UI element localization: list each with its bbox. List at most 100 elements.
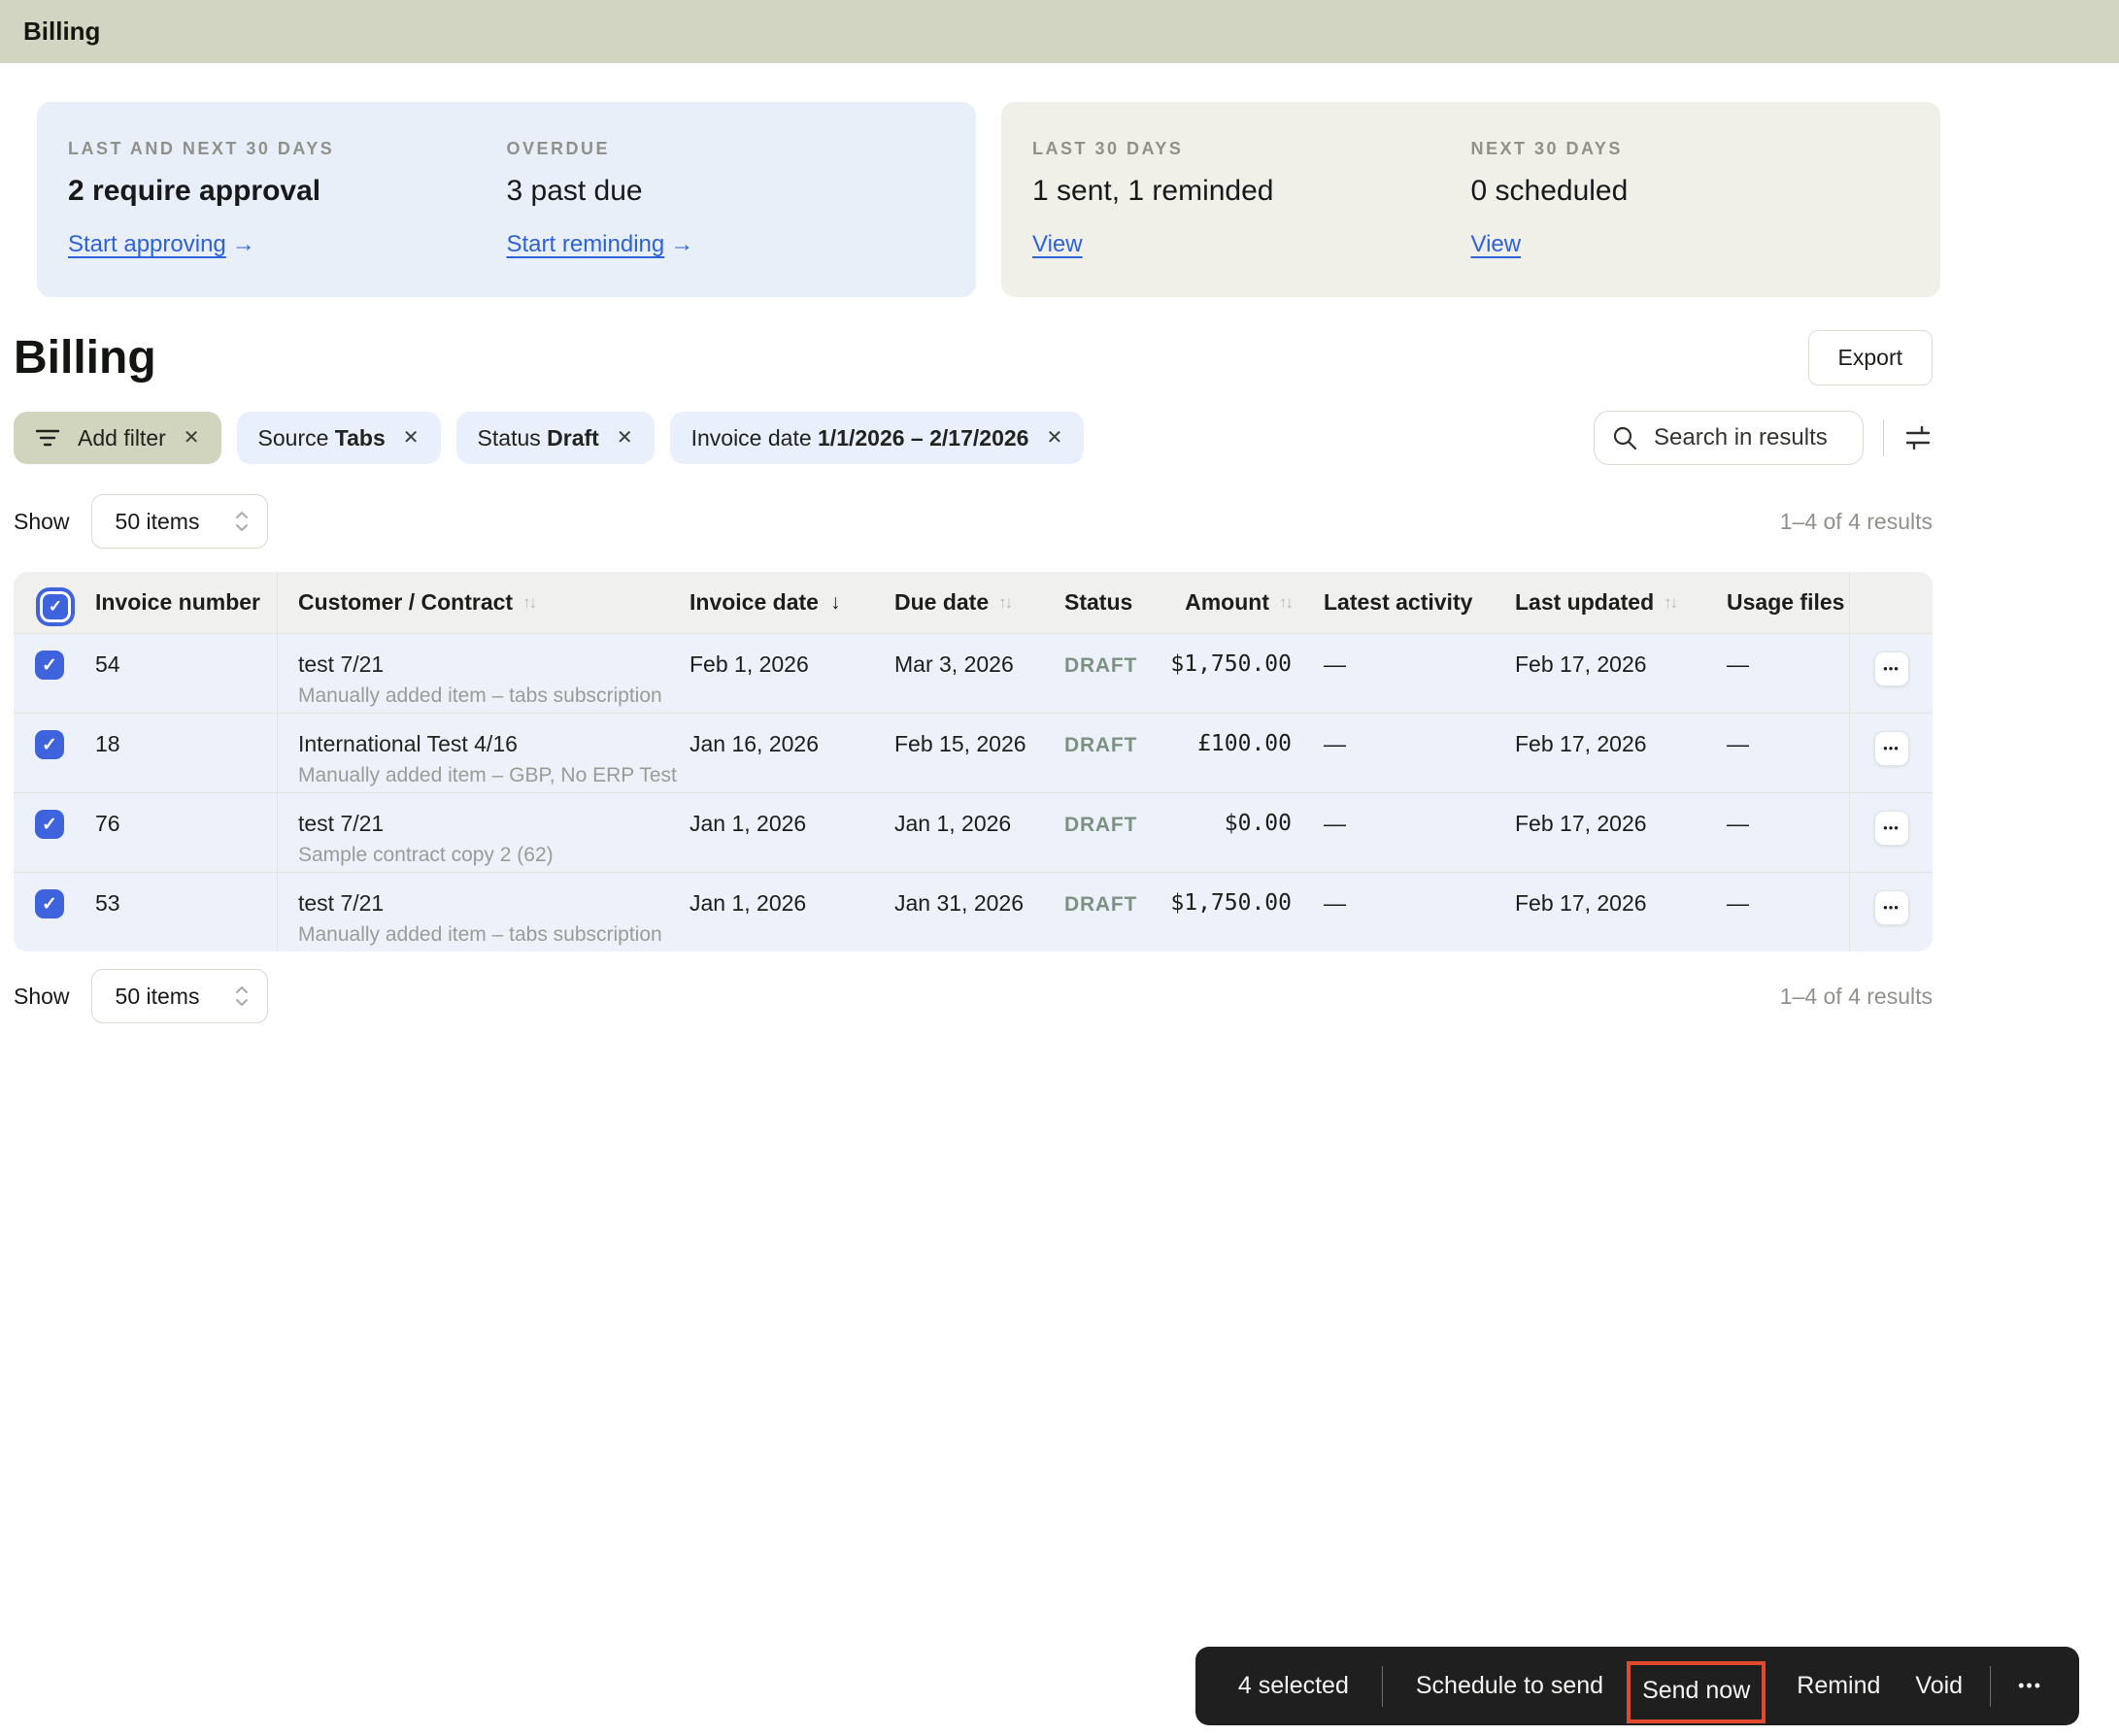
col-header-invoice-number: Invoice number	[95, 572, 278, 633]
selected-count: 4 selected	[1237, 1672, 1349, 1699]
add-filter-button[interactable]: Add filter ✕	[14, 412, 221, 464]
arrow-right-icon: →	[231, 231, 255, 257]
cell-status: DRAFT	[1059, 634, 1160, 713]
export-button[interactable]: Export	[1807, 330, 1933, 385]
row-checkbox[interactable]: ✓	[35, 730, 64, 759]
cell-invoice-number: 18	[95, 714, 278, 792]
cell-last-updated: Feb 17, 2026	[1515, 890, 1647, 916]
start-reminding-link[interactable]: Start reminding →	[507, 231, 694, 258]
cell-latest-activity: —	[1324, 651, 1346, 677]
row-actions-button[interactable]: •••	[1873, 731, 1909, 766]
filter-pill-text: Source Tabs	[257, 424, 386, 451]
filter-pills: Add filter ✕ Source Tabs ✕ Status Draft …	[14, 412, 1085, 464]
col-header-usage-files: Usage files	[1719, 572, 1850, 633]
column-settings-icon[interactable]	[1903, 423, 1933, 452]
status-badge: DRAFT	[1064, 734, 1138, 756]
select-all-checkbox[interactable]: ✓	[43, 593, 68, 619]
cell-customer-contract[interactable]: test 7/21 Manually added item – tabs subs…	[278, 634, 680, 713]
more-actions-button[interactable]: •••	[2018, 1676, 2042, 1696]
void-button[interactable]: Void	[1915, 1672, 1963, 1700]
app-title: Billing	[23, 17, 101, 46]
stat-label: LAST 30 DAYS	[1032, 139, 1184, 158]
search-box[interactable]	[1594, 411, 1864, 465]
filter-pill-source[interactable]: Source Tabs ✕	[236, 412, 441, 464]
view-scheduled-link[interactable]: View	[1471, 231, 1522, 258]
close-icon[interactable]: ✕	[1046, 428, 1062, 448]
show-label: Show	[14, 983, 70, 1009]
cell-last-updated: Feb 17, 2026	[1515, 731, 1647, 756]
sort-desc-icon: ↓	[829, 590, 841, 614]
cell-due-date: Jan 31, 2026	[894, 890, 1025, 916]
divider	[1990, 1665, 1992, 1707]
results-count: 1–4 of 4 results	[1779, 983, 1933, 1009]
chevron-updown-icon	[234, 509, 250, 534]
activity-card: LAST 30 DAYS 1 sent, 1 reminded View NEX…	[1001, 102, 1940, 297]
filter-pill-text: Status Draft	[477, 424, 599, 451]
close-icon[interactable]: ✕	[184, 428, 200, 448]
stat-require-approval: LAST AND NEXT 30 DAYS 2 require approval…	[68, 139, 507, 258]
start-approving-link[interactable]: Start approving →	[68, 231, 255, 258]
filter-pill-invoice-date[interactable]: Invoice date 1/1/2026 – 2/17/2026 ✕	[669, 412, 1085, 464]
results-count: 1–4 of 4 results	[1779, 508, 1933, 534]
cell-latest-activity: —	[1324, 890, 1346, 916]
row-actions-button[interactable]: •••	[1873, 651, 1909, 686]
stat-label: OVERDUE	[506, 139, 611, 158]
filter-pill-status[interactable]: Status Draft ✕	[455, 412, 655, 464]
cell-invoice-date: Feb 1, 2026	[690, 651, 809, 677]
cell-invoice-date: Jan 16, 2026	[690, 731, 820, 756]
page-title: Billing	[14, 332, 156, 384]
cell-invoice-number: 54	[95, 634, 278, 713]
close-icon[interactable]: ✕	[403, 428, 420, 448]
cell-status: DRAFT	[1059, 714, 1160, 792]
invoices-table: ✓ Invoice number Customer / Contract ↑↓ I…	[14, 572, 1933, 951]
cell-last-updated: Feb 17, 2026	[1515, 651, 1647, 677]
row-actions-button[interactable]: •••	[1873, 811, 1909, 846]
row-checkbox[interactable]: ✓	[35, 651, 64, 680]
cell-due-date: Feb 15, 2026	[894, 731, 1026, 756]
stat-value: 3 past due	[506, 175, 643, 207]
view-sent-link[interactable]: View	[1032, 231, 1083, 258]
add-filter-label: Add filter	[78, 424, 166, 451]
cell-usage-files: —	[1719, 634, 1850, 713]
cell-usage-files: —	[1719, 714, 1850, 792]
cell-customer-contract[interactable]: test 7/21 Manually added item – tabs subs…	[278, 873, 680, 951]
search-icon	[1612, 425, 1638, 451]
chevron-updown-icon	[234, 984, 250, 1009]
row-actions-button[interactable]: •••	[1873, 890, 1909, 925]
search-input[interactable]	[1654, 424, 1845, 451]
cell-usage-files: —	[1719, 873, 1850, 951]
status-badge: DRAFT	[1064, 814, 1138, 836]
filter-pill-text: Invoice date 1/1/2026 – 2/17/2026	[690, 424, 1029, 451]
remind-button[interactable]: Remind	[1797, 1672, 1880, 1700]
status-badge: DRAFT	[1064, 893, 1138, 916]
cell-due-date: Jan 1, 2026	[894, 811, 1012, 836]
col-header-amount[interactable]: Amount ↑↓	[1160, 572, 1301, 633]
divider	[1883, 419, 1884, 456]
col-header-invoice-date[interactable]: Invoice date ↓	[680, 572, 894, 633]
cell-latest-activity: —	[1324, 731, 1346, 756]
status-badge: DRAFT	[1064, 654, 1138, 677]
stat-value: 0 scheduled	[1470, 175, 1629, 207]
send-now-button[interactable]: Send now	[1642, 1677, 1750, 1704]
cell-customer-contract[interactable]: test 7/21 Sample contract copy 2 (62)	[278, 793, 680, 872]
col-header-customer-contract[interactable]: Customer / Contract ↑↓	[278, 572, 680, 633]
stat-last-30-days: LAST 30 DAYS 1 sent, 1 reminded View	[1032, 139, 1471, 258]
page-size-select[interactable]: 50 items	[90, 494, 268, 549]
col-header-last-updated[interactable]: Last updated ↑↓	[1505, 572, 1719, 633]
row-checkbox[interactable]: ✓	[35, 889, 64, 918]
table-row: ✓ 54 test 7/21 Manually added item – tabs…	[14, 633, 1933, 713]
table-row: ✓ 53 test 7/21 Manually added item – tabs…	[14, 872, 1933, 951]
sort-icon: ↑↓	[1664, 592, 1678, 612]
col-header-due-date[interactable]: Due date ↑↓	[894, 572, 1059, 633]
schedule-to-send-button[interactable]: Schedule to send	[1416, 1672, 1603, 1700]
page-size-select[interactable]: 50 items	[90, 969, 268, 1023]
sort-icon: ↑↓	[1279, 592, 1294, 612]
row-checkbox[interactable]: ✓	[35, 810, 64, 839]
cell-usage-files: —	[1719, 793, 1850, 872]
send-now-highlight-box: Send now	[1627, 1660, 1766, 1723]
cell-customer-contract[interactable]: International Test 4/16 Manually added it…	[278, 714, 680, 792]
close-icon[interactable]: ✕	[617, 428, 633, 448]
arrow-right-icon: →	[670, 231, 694, 257]
col-header-status: Status	[1064, 589, 1133, 615]
col-header-latest-activity: Latest activity	[1324, 589, 1473, 615]
